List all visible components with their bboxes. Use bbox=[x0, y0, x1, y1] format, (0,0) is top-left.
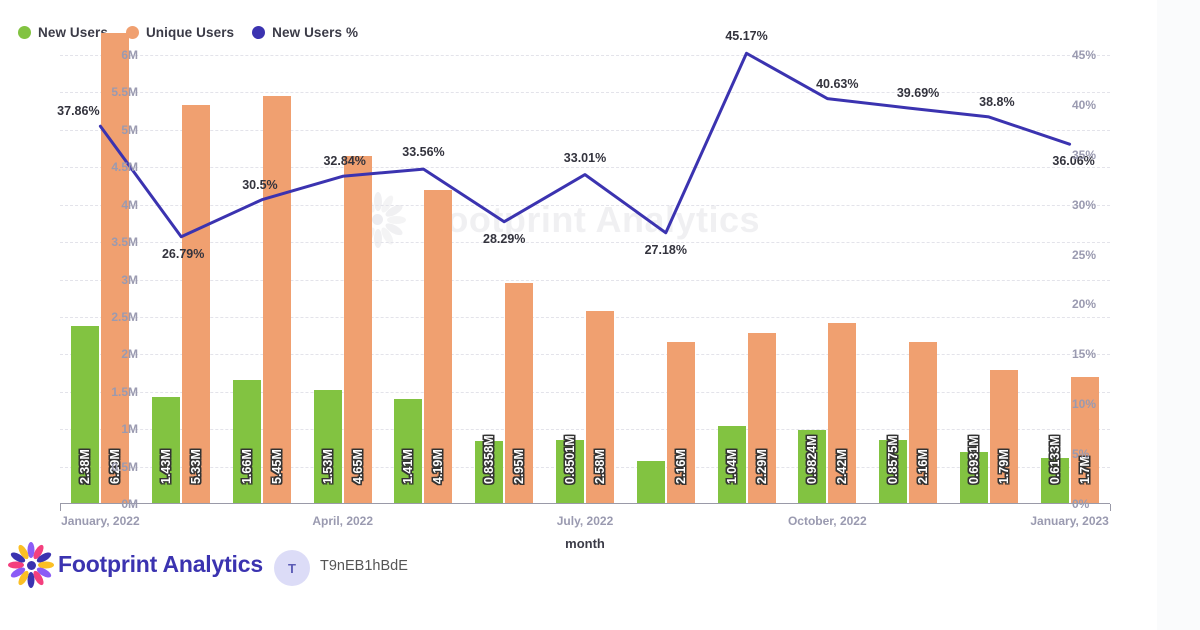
x-axis-tick-label: January, 2022 bbox=[61, 514, 140, 528]
y-axis-left-tick-label: 2.5M bbox=[111, 309, 138, 324]
line-point-label-5: 28.29% bbox=[483, 231, 526, 246]
footer: Footprint Analytics T T9nEB1hBdE bbox=[0, 533, 1200, 630]
line-point-label-1: 26.79% bbox=[161, 246, 205, 261]
line-point-label-8: 45.17% bbox=[725, 29, 768, 44]
y-axis-right-tick-label: 20% bbox=[1072, 297, 1097, 312]
x-axis-tick-label: October, 2022 bbox=[787, 514, 867, 528]
x-axis-tick-label: April, 2022 bbox=[312, 514, 374, 528]
avatar: T bbox=[274, 550, 310, 586]
footprint-logo-icon bbox=[8, 542, 54, 588]
y-axis-left-tick-label: 5.5M bbox=[111, 85, 138, 100]
y-axis-right-tick-label: 35% bbox=[1072, 147, 1097, 162]
chart-legend: New Users Unique Users New Users % bbox=[18, 25, 376, 40]
y-axis-left-tick-label: 3.5M bbox=[111, 235, 138, 250]
line-series-new-users-pct bbox=[98, 51, 1072, 239]
y-axis-right-tick-label: 5% bbox=[1072, 447, 1090, 462]
circle-dot-icon bbox=[18, 26, 31, 39]
line-point-label-7: 27.18% bbox=[644, 242, 687, 257]
legend-item-2[interactable]: New Users % bbox=[252, 25, 358, 40]
x-axis-line bbox=[60, 503, 1110, 504]
username-label: T9nEB1hBdE bbox=[320, 558, 408, 574]
y-axis-left-tick-label: 2M bbox=[121, 347, 138, 362]
y-axis-left-tick-label: 4M bbox=[121, 197, 138, 212]
x-axis-tick-label: January, 2023 bbox=[1030, 514, 1109, 528]
y-axis-left-tick-label: 0.5M bbox=[111, 459, 138, 474]
line-point-label-11: 38.8% bbox=[979, 94, 1015, 109]
legend-label: New Users % bbox=[272, 25, 359, 40]
plot-area: Footprint Analytics 2.38M 1.43M 1.66M 1.53M… bbox=[57, 29, 1111, 551]
axis-tick-mark bbox=[60, 504, 61, 511]
y-axis-right-tick-label: 15% bbox=[1072, 347, 1097, 362]
line-point-label-4: 33.56% bbox=[402, 145, 445, 160]
y-axis-left-tick-label: 4.5M bbox=[111, 160, 138, 175]
legend-label: Unique Users bbox=[145, 25, 235, 40]
brand-name: Footprint Analytics bbox=[58, 551, 263, 577]
legend-item-0[interactable]: New Users bbox=[18, 25, 108, 40]
line-point-label-2: 30.5% bbox=[242, 177, 278, 192]
y-axis-left-tick-label: 3M bbox=[121, 272, 138, 287]
x-axis-tick-label: July, 2022 bbox=[556, 514, 614, 528]
legend-label: New Users bbox=[38, 25, 108, 40]
y-axis-left-tick-label: 0M bbox=[121, 497, 138, 511]
y-axis-right-tick-label: 30% bbox=[1072, 197, 1097, 212]
y-axis-right-tick-label: 0% bbox=[1072, 497, 1090, 511]
line-point-label-3: 32.84% bbox=[323, 154, 366, 169]
y-axis-left-tick-label: 6M bbox=[121, 48, 138, 62]
axis-tick-mark bbox=[1110, 504, 1111, 511]
y-axis-left-tick-label: 1M bbox=[121, 422, 138, 437]
line-point-label-6: 33.01% bbox=[563, 150, 607, 165]
line-point-label-9: 40.63% bbox=[816, 76, 859, 91]
y-axis-left-tick-label: 5M bbox=[121, 122, 138, 137]
circle-dot-icon bbox=[252, 26, 266, 39]
y-axis-right-tick-label: 45% bbox=[1072, 48, 1097, 62]
y-axis-right-tick-label: 25% bbox=[1072, 247, 1097, 262]
chart-page: New Users Unique Users New Users % Footpri… bbox=[0, 0, 1200, 630]
legend-item-1[interactable]: Unique Users bbox=[125, 25, 235, 40]
y-axis-right-tick-label: 10% bbox=[1072, 397, 1097, 412]
y-axis-right-tick-label: 40% bbox=[1072, 97, 1097, 112]
line-point-label-0: 37.86% bbox=[57, 104, 100, 119]
line-point-label-10: 39.69% bbox=[896, 85, 940, 100]
y-axis-left-tick-label: 1.5M bbox=[111, 384, 138, 399]
